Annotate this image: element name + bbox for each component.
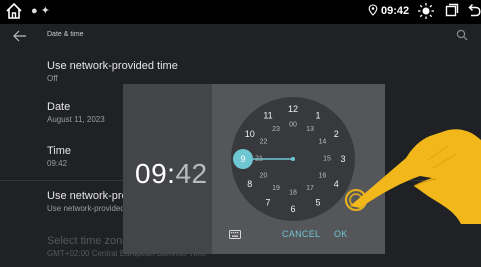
clock-hour-23[interactable]: 23 xyxy=(272,126,280,133)
clock-hour-14[interactable]: 14 xyxy=(319,139,327,146)
clock-hour-17[interactable]: 17 xyxy=(306,185,314,192)
signal-dots-icon: ● ✦ xyxy=(31,5,50,17)
clock-hour-15[interactable]: 15 xyxy=(323,156,331,163)
clock-hour-00[interactable]: 00 xyxy=(289,122,297,129)
location-icon xyxy=(368,4,378,16)
page-title: Date & time xyxy=(47,31,84,38)
clock-hour-8[interactable]: 8 xyxy=(247,179,252,189)
setting-title: Date xyxy=(47,101,71,113)
home-icon[interactable] xyxy=(5,2,23,20)
setting-title: Time xyxy=(47,145,72,157)
clock-hour-11[interactable]: 11 xyxy=(263,111,272,121)
clock-hour-19[interactable]: 19 xyxy=(272,185,280,192)
clock-hour-7[interactable]: 7 xyxy=(265,197,270,207)
brightness-icon[interactable] xyxy=(417,2,435,20)
pointing-hand-icon xyxy=(344,129,481,224)
clock-hour-9[interactable]: 9 xyxy=(240,154,245,164)
time-setting[interactable]: Time 09:42 xyxy=(47,145,71,168)
clock-hour-22[interactable]: 22 xyxy=(260,139,268,146)
clock-hour-20[interactable]: 20 xyxy=(260,173,268,180)
search-icon[interactable] xyxy=(456,29,468,41)
cancel-button[interactable]: CANCEL xyxy=(282,229,320,239)
setting-value: Off xyxy=(47,74,58,83)
hour-display[interactable]: 09 xyxy=(135,158,167,189)
clock-hour-12[interactable]: 12 xyxy=(288,104,298,114)
status-clock: 09:42 xyxy=(381,5,410,17)
clock-hour-5[interactable]: 5 xyxy=(315,197,320,207)
minute-display[interactable]: 42 xyxy=(175,158,207,189)
keyboard-icon[interactable] xyxy=(229,230,241,239)
clock-hour-1[interactable]: 1 xyxy=(315,111,320,121)
auto-time-setting[interactable]: Use network-provided time Off xyxy=(47,60,178,83)
clock-hour-18[interactable]: 18 xyxy=(289,190,297,197)
app-bar: Date & time xyxy=(0,24,481,48)
back-arrow-icon[interactable] xyxy=(13,30,27,42)
clock-center xyxy=(291,157,295,161)
clock-hour-6[interactable]: 6 xyxy=(290,204,295,214)
back-icon[interactable] xyxy=(468,3,481,17)
clock-hour-21[interactable]: 21 xyxy=(255,156,263,163)
clock-hour-10[interactable]: 10 xyxy=(245,129,255,139)
setting-value: 09:42 xyxy=(47,159,68,168)
ok-button[interactable]: OK xyxy=(334,229,348,239)
recent-windows-icon[interactable] xyxy=(445,3,459,17)
date-setting[interactable]: Date August 11, 2023 xyxy=(47,101,105,124)
status-bar: ● ✦ 09:42 xyxy=(0,0,481,24)
setting-title: Use network-provided time xyxy=(47,60,178,72)
clock-hour-13[interactable]: 13 xyxy=(306,126,314,133)
time-display: 09:42 xyxy=(135,158,208,190)
time-header: 09:42 xyxy=(123,84,212,254)
setting-value: August 11, 2023 xyxy=(47,115,105,124)
clock-hour-16[interactable]: 16 xyxy=(319,173,327,180)
